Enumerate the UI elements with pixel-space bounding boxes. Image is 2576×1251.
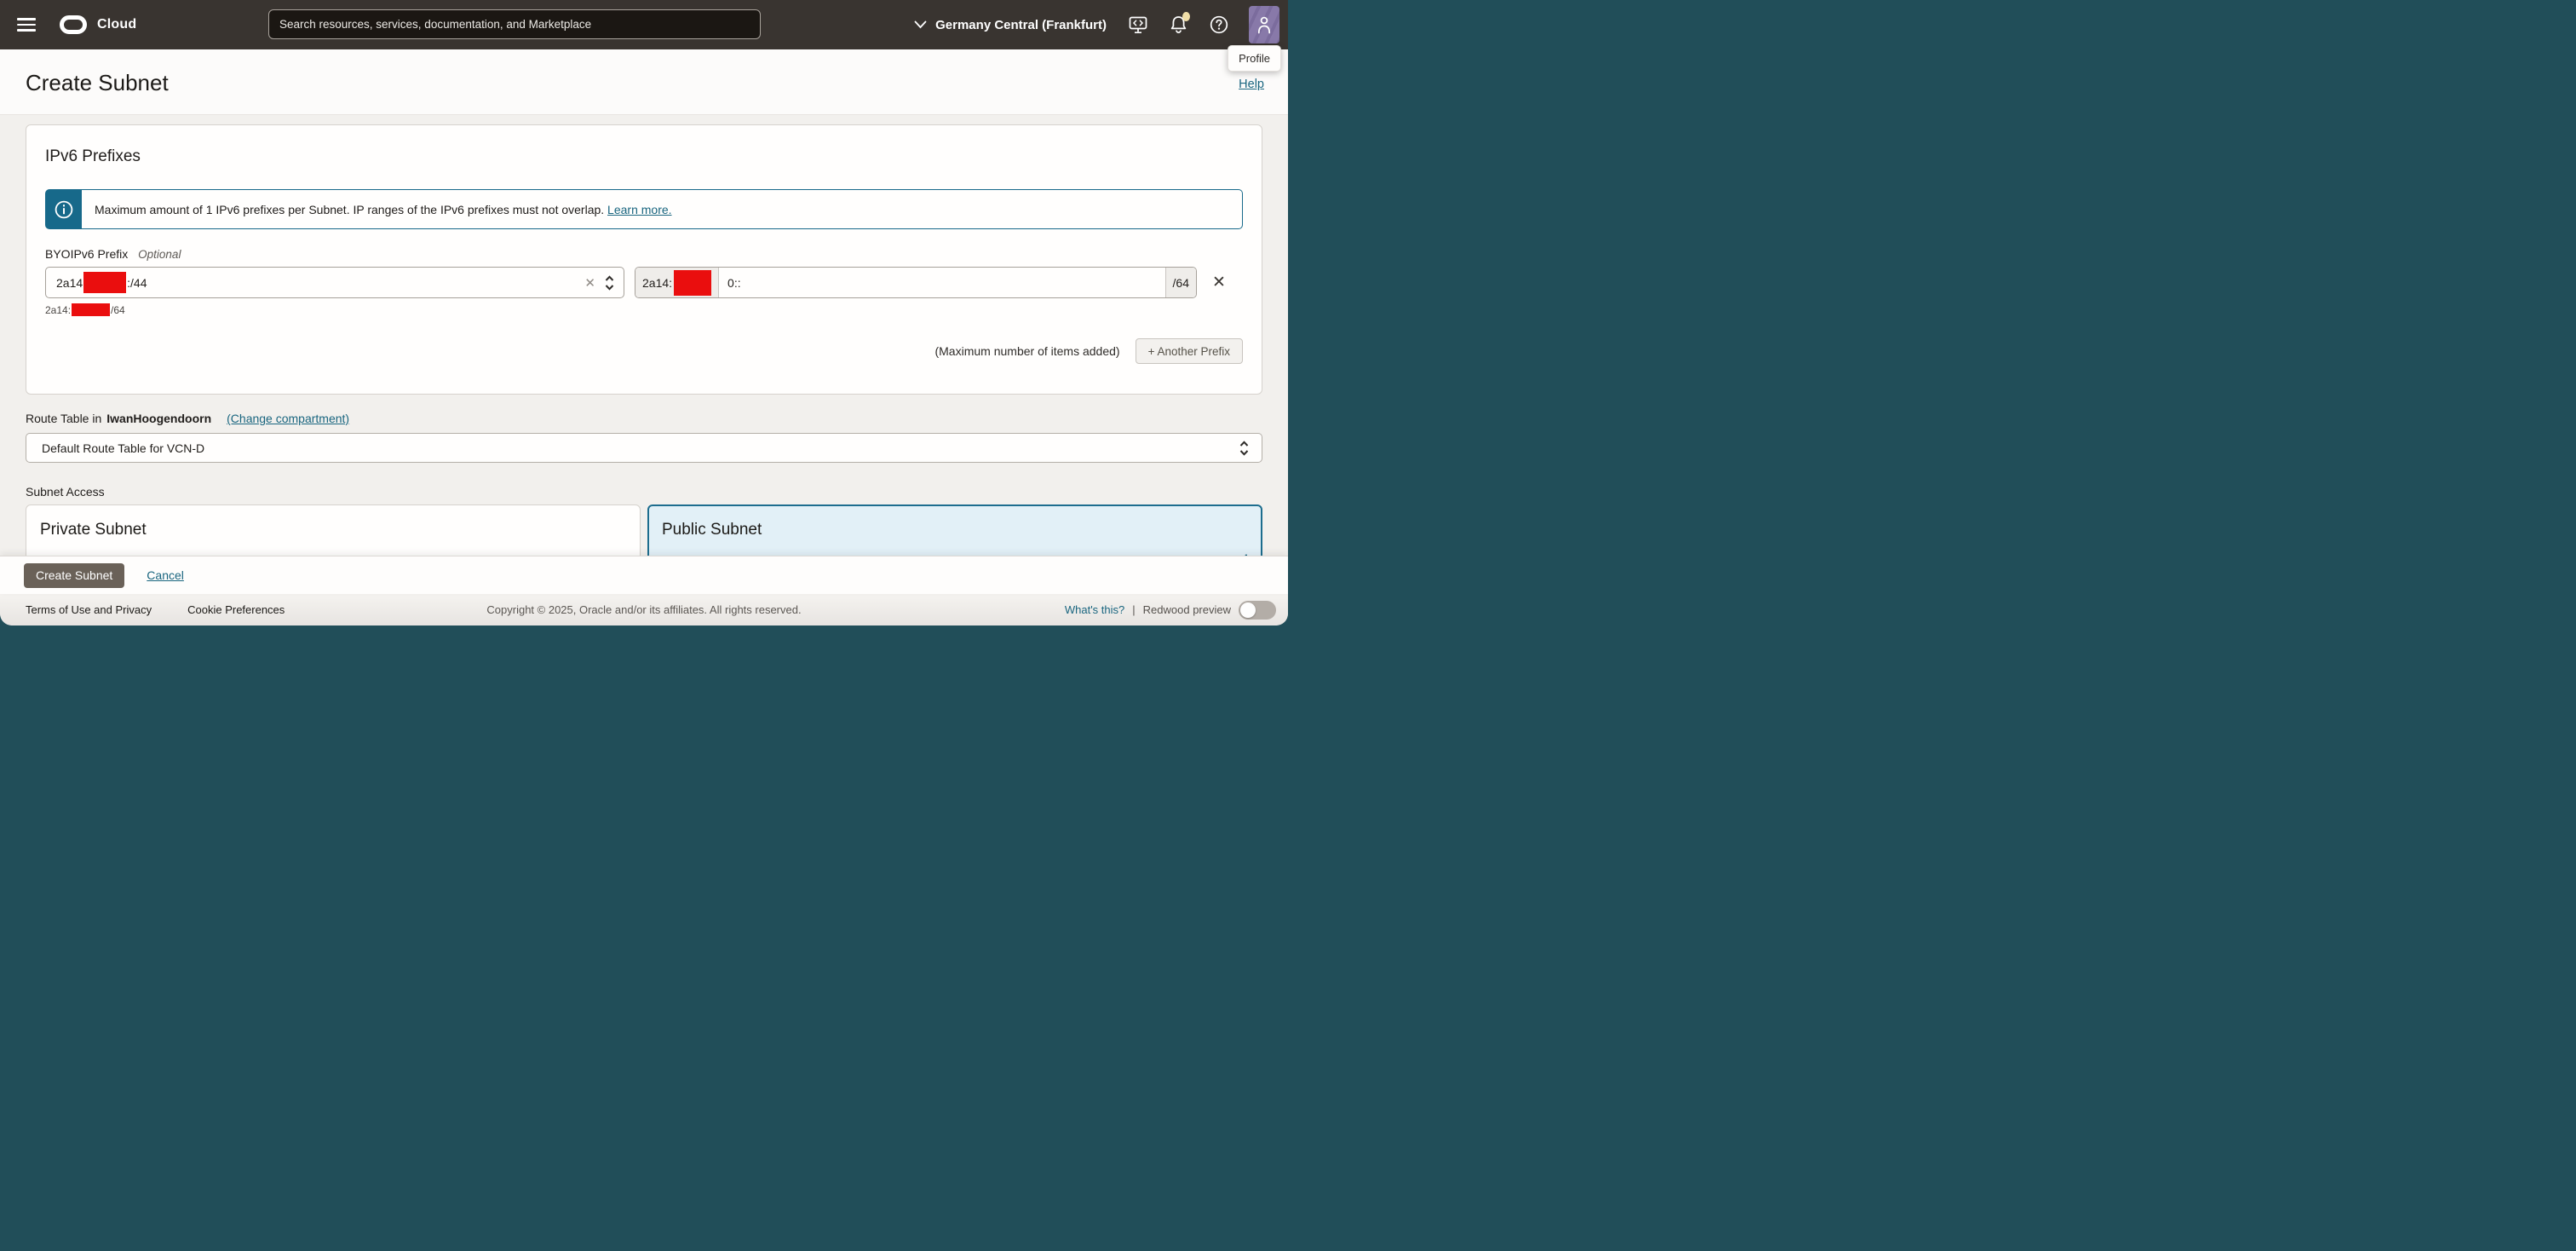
page: Cloud Germany Central (Frankfurt) [0,0,1288,626]
learn-more-link[interactable]: Learn more. [607,203,671,216]
global-search[interactable] [268,9,761,39]
notification-badge [1182,12,1190,21]
route-table-label: Route Table in IwanHoogendoorn (Change c… [26,412,1262,425]
topbar: Cloud Germany Central (Frankfurt) [0,0,1288,49]
region-selector[interactable]: Germany Central (Frankfurt) [914,18,1107,32]
card-title: Public Subnet [662,521,1248,539]
byoip-label-row: BYOIPv6 Prefix Optional [45,247,1243,261]
topbar-right: Germany Central (Frankfurt) [914,0,1288,49]
card-title: Private Subnet [40,521,626,539]
stepper-chevrons-icon[interactable] [604,274,615,291]
public-subnet-card[interactable]: Public Subnet Allow public IP addresses … [647,504,1262,556]
another-prefix-button[interactable]: + Another Prefix [1136,338,1243,364]
remove-x-icon[interactable]: ✕ [1212,274,1226,291]
redwood-preview-toggle[interactable] [1239,601,1276,620]
page-title: Create Subnet [26,70,169,96]
notifications-bell-icon[interactable] [1170,15,1187,34]
info-text: Maximum amount of 1 IPv6 prefixes per Su… [95,203,604,216]
action-bar: Create Subnet Cancel [0,556,1288,594]
route-table-value: Default Route Table for VCN-D [42,441,204,455]
max-items-note: (Maximum number of items added) [934,344,1119,358]
footer: Copyright © 2025, Oracle and/or its affi… [0,594,1288,626]
subnet-prefix-input[interactable] [719,268,1164,297]
profile-avatar[interactable] [1249,6,1279,43]
redaction-block [674,270,711,296]
person-icon [1256,14,1273,35]
cookie-preferences-link[interactable]: Cookie Preferences [187,603,285,616]
section-heading: IPv6 Prefixes [45,147,1243,166]
terms-link[interactable]: Terms of Use and Privacy [26,603,152,616]
info-circle-icon [45,189,82,229]
byoip-prefix-combobox[interactable]: 2a14:/44 ✕ [45,267,624,298]
toggle-knob [1240,602,1256,618]
region-name: Germany Central (Frankfurt) [935,18,1107,32]
private-subnet-card[interactable]: Private Subnet Prohibit public IP addres… [26,504,641,556]
redwood-preview-label: Redwood preview [1143,603,1231,616]
prefix-helper-text: 2a14:/64 [45,303,1243,316]
profile-tooltip: Profile [1228,45,1281,72]
content: IPv6 Prefixes Maximum amount of 1 IPv6 p… [0,115,1288,556]
cancel-link[interactable]: Cancel [147,568,184,582]
chevron-down-icon [914,20,927,29]
byoip-label: BYOIPv6 Prefix [45,247,128,261]
footer-links: Terms of Use and Privacy Cookie Preferen… [26,603,285,616]
redaction-block [83,272,126,293]
subnet-access-cards: Private Subnet Prohibit public IP addres… [26,504,1262,556]
help-question-icon[interactable] [1210,15,1228,34]
ipv6-prefixes-card: IPv6 Prefixes Maximum amount of 1 IPv6 p… [26,124,1262,395]
stepper-chevrons-icon [1239,440,1250,457]
redaction-block [72,303,110,316]
help-link[interactable]: Help [1239,78,1264,91]
info-banner-body: Maximum amount of 1 IPv6 prefixes per Su… [82,189,1243,229]
compartment-name: IwanHoogendoorn [106,412,211,425]
prefix-input-row: 2a14:/44 ✕ 2a14: /64 [45,267,1243,298]
separator: | [1132,603,1135,616]
dev-console-icon[interactable] [1129,16,1147,34]
search-input[interactable] [269,18,760,31]
clear-x-icon[interactable]: ✕ [584,275,595,291]
subnet-prefix-prefix-addon: 2a14: [635,268,719,297]
change-compartment-link[interactable]: (Change compartment) [227,412,349,425]
subnet-access-label: Subnet Access [26,485,1262,499]
brand[interactable]: Cloud [60,15,136,34]
byoip-optional: Optional [138,248,181,261]
whats-this-link[interactable]: What's this? [1065,603,1124,616]
hamburger-menu-icon[interactable] [17,18,36,32]
footer-right: What's this? | Redwood preview [1065,601,1276,620]
page-header: Create Subnet Help [0,49,1288,115]
create-subnet-button[interactable]: Create Subnet [24,563,124,588]
oracle-logo-icon [60,15,87,34]
subnet-prefix-group: 2a14: /64 [635,267,1197,298]
subnet-prefix-suffix-addon: /64 [1165,268,1196,297]
info-banner: Maximum amount of 1 IPv6 prefixes per Su… [45,189,1243,229]
note-row: (Maximum number of items added) + Anothe… [45,338,1243,364]
brand-name: Cloud [97,17,136,32]
route-table-select[interactable]: Default Route Table for VCN-D [26,433,1262,463]
prefix-value: 2a14:/44 [56,272,147,293]
app-window: Cloud Germany Central (Frankfurt) [0,0,1288,626]
